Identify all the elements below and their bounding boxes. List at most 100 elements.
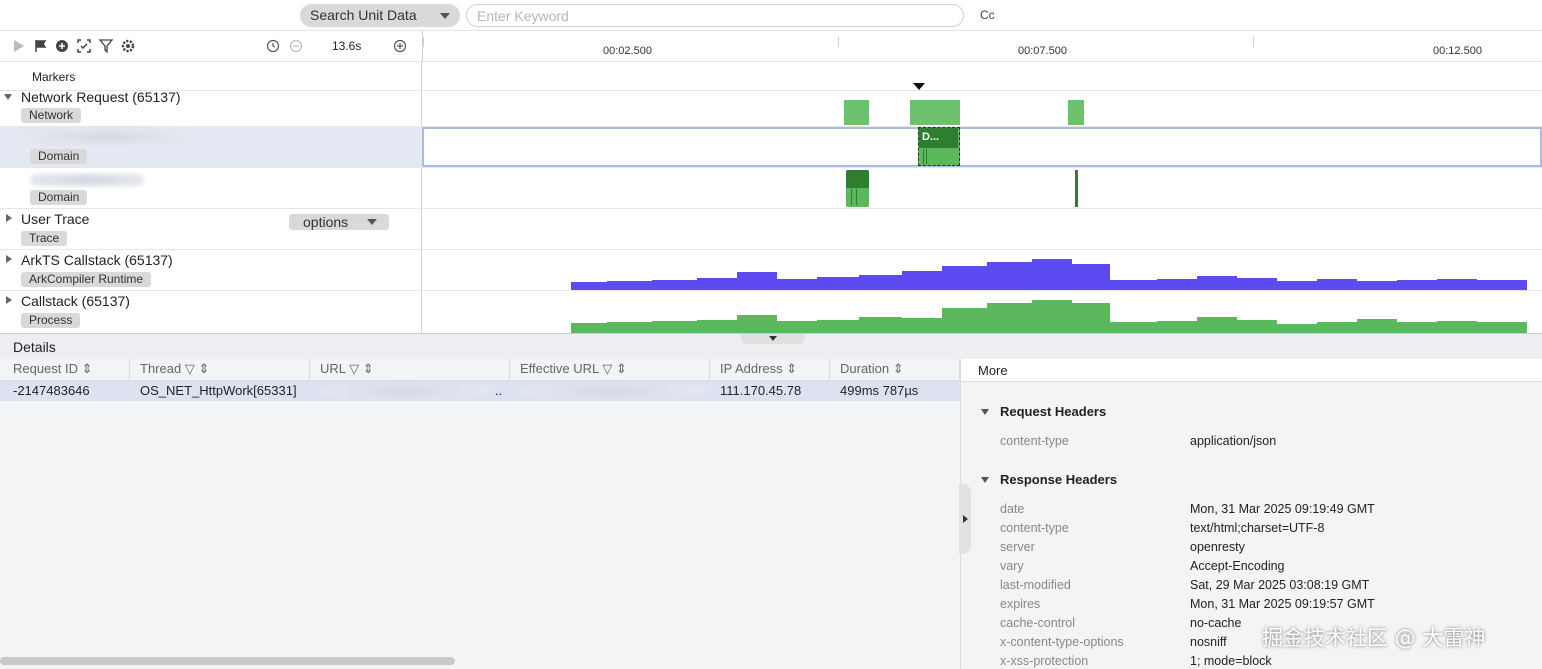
callstack-label-area: Callstack (65137) Process (0, 291, 422, 333)
ruler-label: 00:12.500 (1433, 45, 1482, 57)
options-dropdown[interactable]: options (289, 214, 389, 230)
zoom-in-icon[interactable] (393, 39, 407, 53)
column-header-thread[interactable]: Thread ▽ ⇕ (130, 359, 310, 381)
callstack-activity-graph[interactable] (422, 291, 1542, 333)
header-key: last-modified (1000, 578, 1071, 592)
process-badge: Process (21, 313, 81, 328)
flag-icon[interactable] (34, 39, 48, 53)
domain-track-selected[interactable]: Domain D... (0, 127, 1542, 168)
sort-icon[interactable]: ⇕ (82, 361, 93, 376)
collapse-panel-button[interactable] (741, 334, 805, 344)
network-track[interactable]: Network Request (65137) Network (0, 89, 1542, 127)
network-request-block[interactable] (844, 100, 869, 125)
filter-icon[interactable]: ▽ (602, 361, 612, 376)
ruler-label: 00:07.500 (1018, 45, 1067, 57)
screenshot-icon[interactable] (77, 39, 91, 53)
chevron-down-icon (367, 219, 377, 225)
filter-icon[interactable] (99, 39, 113, 53)
expand-right-icon[interactable] (6, 255, 12, 263)
selected-request-label: D... (922, 131, 940, 143)
marker-icon[interactable] (55, 39, 69, 53)
ruler-tick (1253, 37, 1254, 47)
markers-label-area: Markers (0, 62, 422, 90)
header-key: cache-control (1000, 616, 1076, 630)
arkts-badge: ArkCompiler Runtime (21, 272, 152, 287)
domain-track[interactable]: Domain (0, 168, 1542, 209)
time-ruler[interactable]: 00:02.500 00:07.500 00:12.500 (422, 31, 1542, 62)
callstack-title: Callstack (65137) (21, 293, 130, 309)
column-label: Effective URL (520, 361, 599, 376)
table-row[interactable]: -2147483646 OS_NET_HttpWork[65331] .. 11… (0, 381, 960, 401)
user-trace-track[interactable]: User Trace Trace options (0, 209, 1542, 250)
header-key: x-content-type-options (1000, 635, 1124, 649)
horizontal-scrollbar[interactable] (0, 657, 455, 665)
play-icon[interactable] (12, 39, 26, 53)
ruler-tick (423, 37, 424, 47)
search-type-dropdown[interactable]: Search Unit Data (300, 4, 460, 27)
expand-right-icon[interactable] (6, 214, 12, 222)
chevron-down-icon[interactable] (981, 409, 989, 415)
header-key: content-type (1000, 434, 1069, 448)
user-trace-label-area: User Trace Trace options (0, 209, 422, 249)
network-request-block[interactable] (1068, 100, 1084, 125)
details-title: Details (13, 339, 56, 355)
network-request-block[interactable] (1075, 170, 1078, 207)
reset-zoom-icon[interactable] (266, 39, 280, 53)
header-value: text/html;charset=UTF-8 (1190, 521, 1325, 535)
side-panel-toggle[interactable] (959, 484, 971, 554)
ruler-label: 00:02.500 (603, 45, 652, 57)
marker-pin-icon[interactable] (913, 83, 925, 90)
settings-icon[interactable] (121, 39, 135, 53)
header-key: content-type (1000, 521, 1069, 535)
column-header-effective-url[interactable]: Effective URL ▽ ⇕ (510, 359, 710, 381)
filter-icon[interactable]: ▽ (185, 361, 195, 376)
arkts-activity-graph[interactable] (422, 250, 1542, 290)
filter-icon[interactable]: ▽ (349, 361, 359, 376)
column-header-url[interactable]: URL ▽ ⇕ (310, 359, 510, 381)
header-value: nosniff (1190, 635, 1227, 649)
zoom-level: 13.6s (332, 39, 362, 53)
zoom-out-icon[interactable] (289, 39, 303, 53)
network-request-block[interactable] (846, 170, 869, 207)
sort-icon[interactable]: ⇕ (786, 361, 797, 376)
sort-icon[interactable]: ⇕ (363, 361, 374, 376)
column-header-request-id[interactable]: Request ID ⇕ (0, 359, 130, 381)
markers-track: Markers (0, 62, 1542, 91)
network-badge: Network (21, 108, 82, 123)
column-label: Duration (840, 361, 890, 376)
sort-icon[interactable]: ⇕ (616, 361, 627, 376)
header-key: x-xss-protection (1000, 654, 1089, 668)
column-header-ip[interactable]: IP Address ⇕ (710, 359, 830, 381)
more-header: More (961, 359, 1542, 382)
domain2-label-area: Domain (0, 168, 422, 208)
markers-title: Markers (32, 70, 76, 84)
watermark: 掘金技术社区 @ 大雷神 (1262, 626, 1486, 650)
case-sensitive-toggle[interactable]: Cc (980, 8, 995, 22)
callstack-track[interactable]: Callstack (65137) Process (0, 291, 1542, 333)
header-value: openresty (1190, 540, 1245, 554)
cell-request-id: -2147483646 (13, 383, 90, 398)
network-request-block[interactable] (910, 100, 960, 125)
details-header: Details (0, 333, 1542, 359)
header-value: application/json (1190, 434, 1277, 448)
selected-request-block[interactable]: D... (918, 127, 960, 166)
column-label: Request ID (13, 361, 79, 376)
header-value: Accept-Encoding (1190, 559, 1285, 573)
expand-right-icon[interactable] (6, 296, 12, 304)
expand-down-icon[interactable] (4, 94, 12, 100)
domain1-label-area: Domain (0, 127, 422, 167)
cell-url-suffix: .. (495, 383, 503, 398)
sort-icon[interactable]: ⇕ (198, 361, 209, 376)
domain2-badge: Domain (30, 190, 88, 205)
search-input[interactable] (466, 4, 964, 27)
response-headers-title[interactable]: Response Headers (1000, 472, 1117, 487)
chevron-down-icon[interactable] (981, 477, 989, 483)
sort-icon[interactable]: ⇕ (893, 361, 904, 376)
chevron-down-icon (769, 336, 777, 341)
column-header-duration[interactable]: Duration ⇕ (830, 359, 960, 381)
request-headers-title[interactable]: Request Headers (1000, 404, 1106, 419)
redacted-domain-name (30, 174, 144, 186)
arkts-callstack-track[interactable]: ArkTS Callstack (65137) ArkCompiler Runt… (0, 250, 1542, 291)
domain1-lane[interactable] (422, 127, 1542, 167)
cell-duration: 499ms 787µs (840, 383, 919, 398)
